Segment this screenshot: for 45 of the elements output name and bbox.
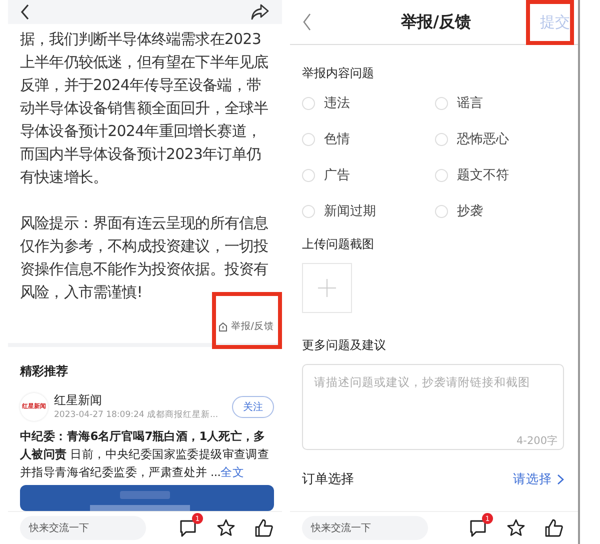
option-label: 违法 [324,95,350,112]
option-label: 色情 [324,131,350,148]
option-label: 抄袭 [457,203,483,220]
radio-option[interactable]: 新闻过期 [302,200,435,222]
radio-option[interactable]: 恐怖恶心 [435,128,564,150]
article-paragraph: 风险提示：界面有连云呈现的所有信息仅作为参考，不构成投资建议，一切投资操作信息不能作为投资依据。投资有风险，入市需谨慎! [20,213,270,303]
option-label: 题文不符 [457,167,509,184]
comment-icon[interactable] [178,518,198,538]
section-label: 举报内容问题 [302,65,375,82]
back-icon[interactable] [20,4,30,20]
character-counter: 4-200字 [516,434,558,448]
radio-option[interactable]: 色情 [302,128,435,150]
order-label: 订单选择 [302,471,354,488]
comment-input[interactable]: 快来交流一下 [20,516,146,540]
page-title: 举报/反馈 [400,12,472,32]
follow-button[interactable]: 关注 [232,396,274,418]
full-text-link[interactable]: 全文 [220,465,244,479]
thumbs-up-icon[interactable] [254,518,274,538]
choose-link[interactable]: 请选择 [513,470,564,488]
option-label: 谣言 [457,95,483,112]
section-label: 上传问题截图 [302,236,375,253]
comment-input[interactable]: 快来交流一下 [302,516,428,540]
star-icon[interactable] [216,518,236,538]
option-label: 新闻过期 [324,203,376,220]
source-name: 红星新闻 [54,392,103,409]
section-label: 更多问题及建议 [302,337,387,354]
radio-option[interactable]: 违法 [302,92,435,114]
post-meta: 2023-04-27 18:09:24 成都商报红星新... [54,409,220,421]
chevron-icon [557,474,564,484]
radio-option[interactable]: 题文不符 [435,164,564,186]
radio-option[interactable]: 抄袭 [435,200,564,222]
news-summary: 中纪委：青海6名厅官喝7瓶白酒，1人死亡，多人被问责 日前，中央纪委国家监委提级审查调查并指导青海省纪委监委，严肃查处并 ...全文 [20,428,270,481]
option-label: 恐怖恶心 [457,131,509,148]
star-icon[interactable] [506,518,526,538]
radio-option[interactable]: 广告 [302,164,435,186]
comment-icon[interactable] [468,518,488,538]
share-icon[interactable] [250,3,270,21]
thumbs-up-icon[interactable] [544,518,564,538]
report-feedback-link[interactable]: 举报/反馈 [218,320,274,333]
option-label: 广告 [324,167,350,184]
section-title: 精彩推荐 [20,363,69,380]
radio-option[interactable]: 谣言 [435,92,564,114]
article-paragraph: 据，我们判断半导体终端需求在2023上半年仍较低迷，但有望在下半年见底反弹，并于2024年传导至设备端，带动半导体设备销售额全面回升，全球半导体设备预计2024年重回增长赛道，而国内半导体设备预计2023年订单仍有快速增长。 [20,29,270,188]
report-feedback-label: 举报/反馈 [230,320,274,333]
plus-icon [318,279,336,297]
